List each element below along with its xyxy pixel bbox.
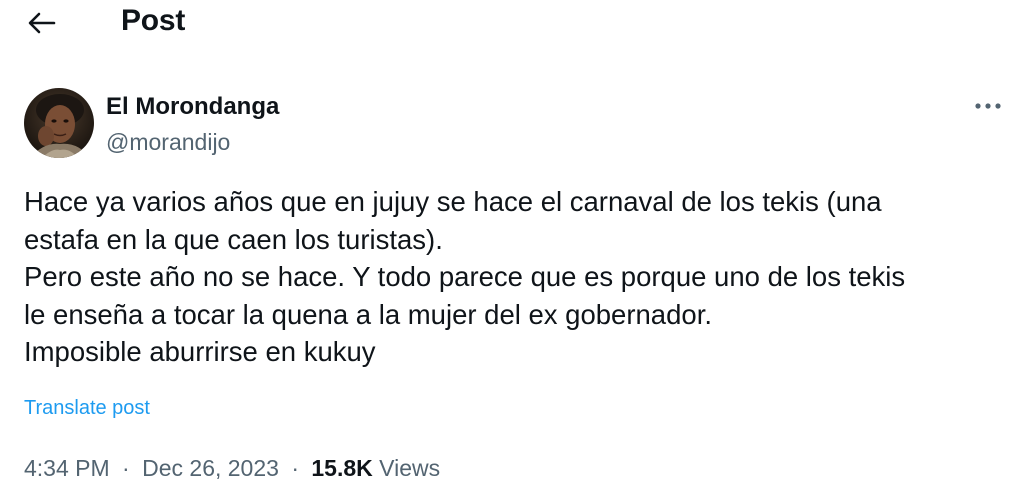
author-handle[interactable]: @morandijo bbox=[106, 129, 230, 156]
avatar-image bbox=[24, 88, 94, 158]
post-text-line: Imposible aburrirse en kukuy bbox=[24, 336, 376, 367]
author-name[interactable]: El Morondanga bbox=[106, 93, 279, 121]
post-text-line: le enseña a tocar la quena a la mujer de… bbox=[24, 298, 712, 330]
post-text-line: Pero este año no se hace. Y todo parece … bbox=[24, 261, 906, 292]
post-date[interactable]: Dec 26, 2023 bbox=[142, 455, 279, 481]
post-text-line: estafa en la que caen los turistas). bbox=[24, 223, 443, 255]
separator: · bbox=[122, 455, 130, 481]
back-button[interactable] bbox=[22, 6, 62, 40]
views-label: Views bbox=[379, 455, 441, 481]
arrow-left-icon bbox=[28, 12, 56, 34]
post-page: Post El Morondanga @morandijo Hace ya va… bbox=[0, 0, 1024, 496]
more-horizontal-icon bbox=[975, 103, 1001, 109]
translate-post-link[interactable]: Translate post bbox=[24, 397, 150, 420]
separator: · bbox=[291, 455, 299, 481]
views-count: 15.8K bbox=[311, 455, 373, 481]
post-text-line: Hace ya varios años que en jujuy se hace… bbox=[24, 186, 882, 217]
top-bar: Post bbox=[0, 0, 1024, 50]
post-metadata: 4:34 PM · Dec 26, 2023 · 15.8K Views bbox=[24, 455, 440, 482]
more-options-button[interactable] bbox=[968, 92, 1008, 120]
avatar[interactable] bbox=[24, 88, 94, 158]
page-title: Post bbox=[121, 4, 186, 37]
post-time[interactable]: 4:34 PM bbox=[24, 455, 110, 481]
post-text: Hace ya varios años que en jujuy se hace… bbox=[24, 183, 1014, 371]
